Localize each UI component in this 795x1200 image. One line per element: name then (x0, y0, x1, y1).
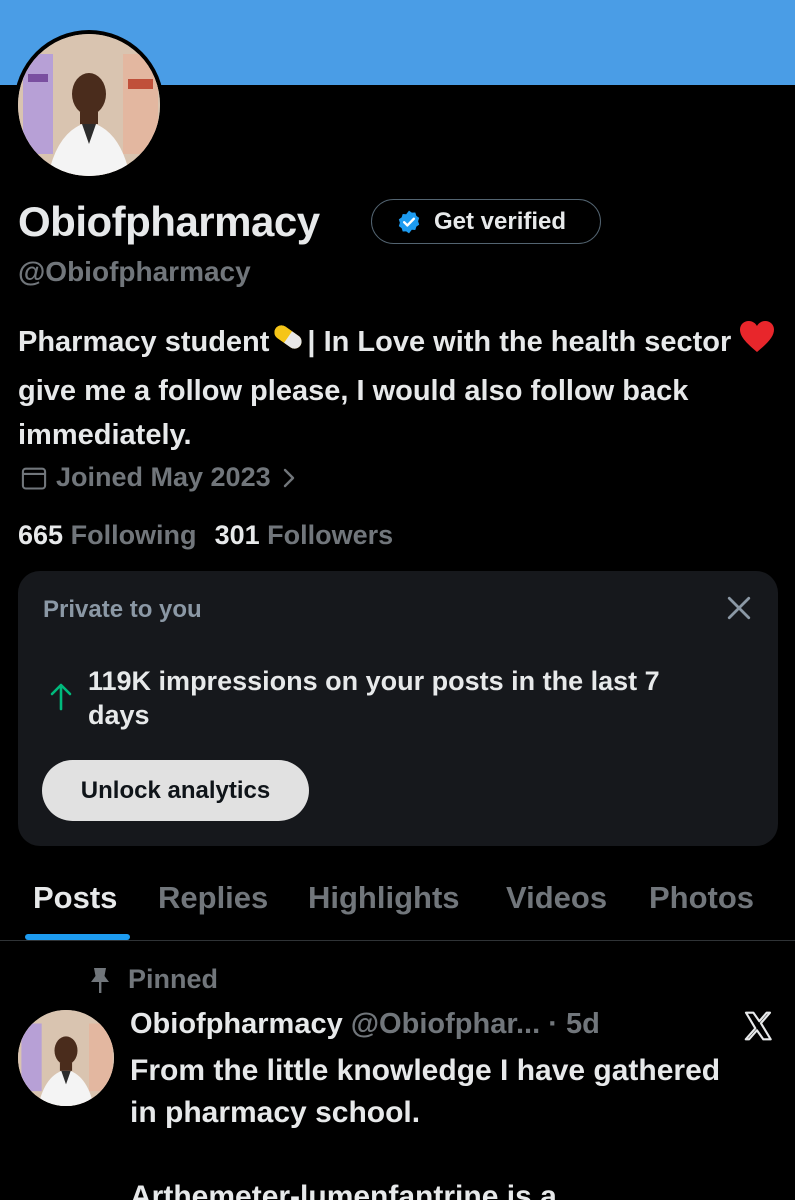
follow-stats: 665 Following 301 Followers (18, 520, 393, 551)
pinned-label: Pinned (128, 964, 219, 994)
active-tab-indicator (25, 934, 130, 940)
tab-posts[interactable]: Posts (33, 880, 117, 916)
tab-highlights[interactable]: Highlights (308, 880, 460, 916)
verified-badge-icon (398, 210, 420, 233)
pin-icon (91, 967, 109, 993)
following-label: Following (70, 520, 197, 550)
post-author-avatar[interactable] (18, 1010, 114, 1106)
post-header: Obiofpharmacy @Obiofphar... · 5d (130, 1008, 600, 1041)
post-author-handle[interactable]: @Obiofphar... · 5d (351, 1008, 600, 1040)
tab-replies[interactable]: Replies (158, 880, 268, 916)
chevron-right-icon (283, 468, 294, 487)
heart-emoji-icon (739, 320, 775, 367)
following-link[interactable]: 665 Following (18, 520, 197, 551)
close-icon[interactable] (726, 595, 752, 621)
followers-link[interactable]: 301 Followers (215, 520, 394, 551)
calendar-icon (21, 467, 47, 490)
private-analytics-card: Private to you 119K impressions on your … (18, 571, 778, 846)
get-verified-button[interactable]: Get verified (371, 199, 601, 244)
tab-photos[interactable]: Photos (649, 880, 754, 916)
following-count: 665 (18, 520, 64, 550)
profile-name: Obiofpharmacy (18, 198, 320, 245)
followers-count: 301 (214, 520, 260, 550)
private-card-title: Private to you (43, 596, 202, 623)
unlock-analytics-button[interactable]: Unlock analytics (42, 760, 309, 821)
pill-emoji-icon (269, 318, 307, 369)
profile-handle: @Obiofpharmacy (18, 256, 251, 287)
arrow-up-icon (50, 683, 72, 711)
profile-bio: Pharmacy student | In Love with the healt… (18, 318, 778, 457)
joined-label: Joined May 2023 (56, 462, 271, 492)
get-verified-label: Get verified (434, 207, 567, 235)
followers-label: Followers (267, 520, 394, 550)
post-author-name[interactable]: Obiofpharmacy (130, 1008, 343, 1040)
profile-avatar[interactable] (14, 30, 164, 180)
pinned-indicator: Pinned (88, 964, 218, 995)
bio-part1: Pharmacy student (18, 326, 270, 359)
bio-part3: give me a follow please, I would also fo… (18, 375, 689, 451)
impressions-text: 119K impressions on your posts in the la… (88, 666, 660, 730)
joined-date[interactable]: Joined May 2023 (20, 462, 299, 493)
profile-tabs: Posts Replies Highlights Videos Photos (0, 870, 795, 941)
x-logo-icon[interactable] (742, 1010, 774, 1042)
bio-part2: | In Love with the health sector (307, 326, 732, 359)
tab-videos[interactable]: Videos (506, 880, 607, 916)
post-text: From the little knowledge I have gathere… (130, 1054, 721, 1200)
